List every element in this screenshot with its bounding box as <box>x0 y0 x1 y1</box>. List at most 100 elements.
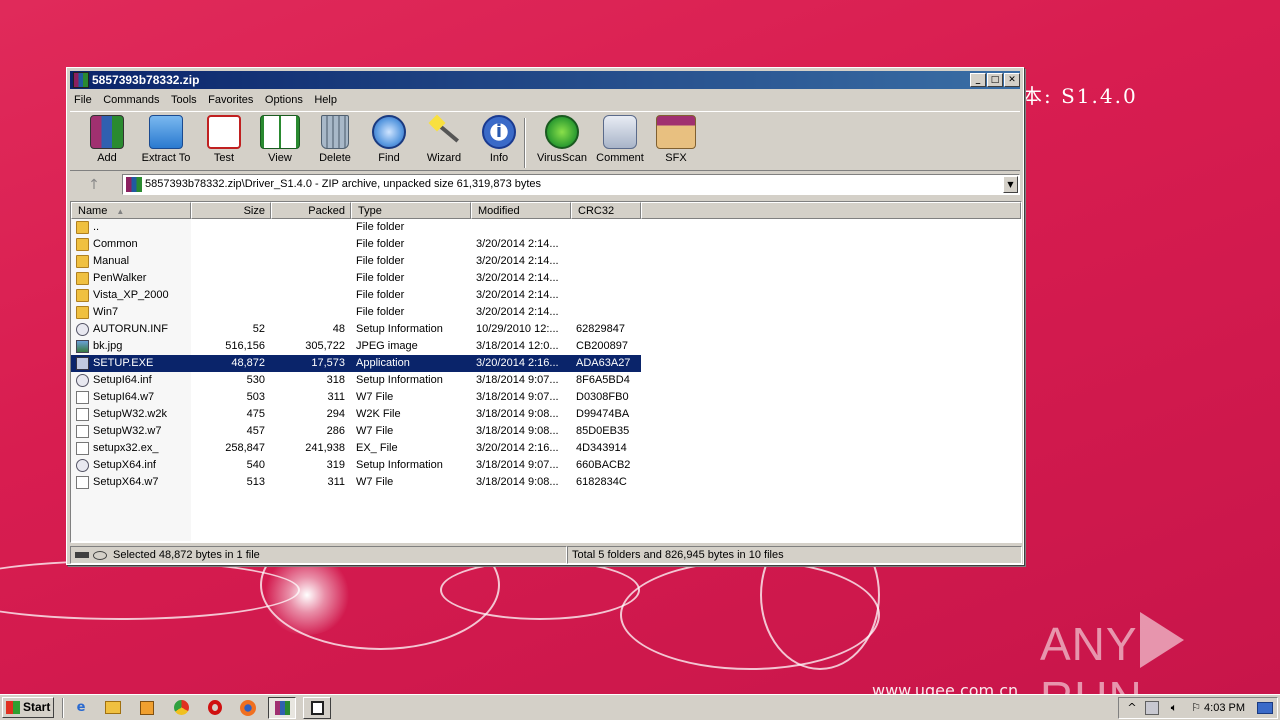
table-row[interactable]: SetupI64.w7 503 311 W7 File 3/18/2014 9:07..… <box>71 389 641 406</box>
cell-name: AUTORUN.INF <box>93 323 168 335</box>
cell-size: 475 <box>246 408 265 420</box>
path-text: 5857393b78332.zip\Driver_S1.4.0 - ZIP ar… <box>145 178 542 190</box>
table-row[interactable]: .. File folder <box>71 219 641 236</box>
delete-label: Delete <box>319 152 351 164</box>
wizard-label: Wizard <box>426 152 462 164</box>
cell-packed <box>271 304 345 321</box>
toolbar-separator <box>524 118 526 168</box>
up-arrow-icon[interactable]: ↑ <box>74 176 114 194</box>
close-button[interactable]: ✕ <box>1004 73 1020 87</box>
cell-type: JPEG image <box>356 340 418 352</box>
table-row[interactable]: Common File folder 3/20/2014 2:14... <box>71 236 641 253</box>
action-center-flag-icon[interactable]: ⚐ <box>1189 701 1203 715</box>
cell-size: 258,847 <box>225 442 265 454</box>
test-button[interactable]: Test <box>196 115 252 171</box>
cell-packed: 305,722 <box>305 340 345 352</box>
image-file-icon <box>76 340 89 353</box>
ie-icon[interactable]: e <box>70 698 92 718</box>
comment-button[interactable]: Comment <box>592 115 648 171</box>
firefox-icon[interactable] <box>237 698 259 718</box>
table-row[interactable]: SETUP.EXE 48,872 17,573 Application 3/20/201… <box>71 355 641 372</box>
add-label: Add <box>97 152 117 164</box>
title-bar[interactable]: 5857393b78332.zip _ □ ✕ <box>70 71 1020 89</box>
taskbar-setup-button[interactable] <box>303 697 331 719</box>
column-packed[interactable]: Packed <box>271 202 351 219</box>
media-player-icon[interactable] <box>136 698 158 718</box>
show-desktop-icon[interactable] <box>1257 702 1273 714</box>
table-row[interactable]: SetupW32.w7 457 286 W7 File 3/18/2014 9:08..… <box>71 423 641 440</box>
menu-tools[interactable]: Tools <box>167 91 201 109</box>
chevron-down-icon[interactable]: ▼ <box>1003 176 1018 193</box>
start-button[interactable]: Start <box>2 697 54 718</box>
test-label: Test <box>213 152 235 164</box>
opera-icon[interactable] <box>204 698 226 718</box>
cell-name: SETUP.EXE <box>93 357 154 369</box>
chevron-up-icon[interactable]: ^ <box>1125 701 1139 715</box>
menu-bar: File Commands Tools Favorites Options He… <box>70 91 1020 109</box>
cell-modified: 10/29/2010 12:... <box>476 323 559 335</box>
column-size[interactable]: Size <box>191 202 271 219</box>
clock[interactable]: 4:03 PM <box>1204 698 1245 718</box>
volume-icon[interactable]: 🔈︎ <box>1167 701 1181 715</box>
cell-size: 530 <box>246 374 265 386</box>
taskbar: Start e ^ 🔈︎ ⚐ 4:03 PM <box>0 694 1280 720</box>
table-row[interactable]: PenWalker File folder 3/20/2014 2:14... <box>71 270 641 287</box>
add-button[interactable]: Add <box>79 115 135 171</box>
menu-help[interactable]: Help <box>310 91 341 109</box>
winrar-window: 5857393b78332.zip _ □ ✕ File Commands To… <box>66 67 1024 565</box>
cell-name: SetupW32.w2k <box>93 408 167 420</box>
table-row[interactable]: Vista_XP_2000 File folder 3/20/2014 2:14..… <box>71 287 641 304</box>
status-left-text: Selected 48,872 bytes in 1 file <box>113 549 260 561</box>
cell-packed: 294 <box>326 408 345 420</box>
maximize-button[interactable]: □ <box>987 73 1003 87</box>
winrar-app-icon[interactable] <box>73 72 89 88</box>
find-button[interactable]: Find <box>361 115 417 171</box>
wallpaper-swirl <box>0 560 300 620</box>
column-crc32[interactable]: CRC32 <box>571 202 641 219</box>
sfx-button[interactable]: SFX <box>648 115 704 171</box>
menu-options[interactable]: Options <box>261 91 307 109</box>
add-icon <box>90 115 124 149</box>
cell-crc: 85D0EB35 <box>576 425 630 437</box>
table-row[interactable]: AUTORUN.INF 52 48 Setup Information 10/29/20… <box>71 321 641 338</box>
column-type[interactable]: Type <box>351 202 471 219</box>
sfx-label: SFX <box>665 152 687 164</box>
network-icon[interactable] <box>1145 701 1159 715</box>
table-row[interactable]: setupx32.ex_ 258,847 241,938 EX_ File 3/20/2… <box>71 440 641 457</box>
minimize-button[interactable]: _ <box>970 73 986 87</box>
cell-crc <box>576 236 640 253</box>
table-row[interactable]: bk.jpg 516,156 305,722 JPEG image 3/18/2014 … <box>71 338 641 355</box>
drive-icon[interactable] <box>75 551 109 561</box>
cell-modified: 3/18/2014 9:08... <box>476 476 559 488</box>
table-row[interactable]: SetupX64.inf 540 319 Setup Information 3/18/… <box>71 457 641 474</box>
window-title: 5857393b78332.zip <box>92 73 200 87</box>
table-row[interactable]: SetupI64.inf 530 318 Setup Information 3/18/… <box>71 372 641 389</box>
cell-packed: 286 <box>326 425 345 437</box>
table-row[interactable]: SetupX64.w7 513 311 W7 File 3/18/2014 9:08..… <box>71 474 641 491</box>
table-row[interactable]: Manual File folder 3/20/2014 2:14... <box>71 253 641 270</box>
file-icon <box>76 442 89 455</box>
menu-favorites[interactable]: Favorites <box>204 91 257 109</box>
taskbar-winrar-button[interactable] <box>268 697 296 719</box>
virusscan-button[interactable]: VirusScan <box>534 115 590 171</box>
status-selection: Selected 48,872 bytes in 1 file <box>70 546 567 564</box>
view-button[interactable]: View <box>252 115 308 171</box>
path-combobox[interactable]: 5857393b78332.zip\Driver_S1.4.0 - ZIP ar… <box>122 174 1020 195</box>
file-list[interactable]: Name ▲ Size Packed Type Modified CRC32 .… <box>70 201 1022 543</box>
table-row[interactable]: Win7 File folder 3/20/2014 2:14... <box>71 304 641 321</box>
wizard-button[interactable]: Wizard <box>416 114 472 171</box>
cell-modified: 3/20/2014 2:16... <box>476 442 559 454</box>
extract-to-button[interactable]: Extract To <box>138 115 194 171</box>
delete-button[interactable]: Delete <box>307 115 363 171</box>
column-modified[interactable]: Modified <box>471 202 571 219</box>
info-label: Info <box>489 152 509 164</box>
info-button[interactable]: i Info <box>471 115 527 171</box>
menu-commands[interactable]: Commands <box>99 91 163 109</box>
chrome-icon[interactable] <box>170 698 192 718</box>
menu-file[interactable]: File <box>70 91 96 109</box>
column-name[interactable]: Name ▲ <box>71 202 191 219</box>
table-row[interactable]: SetupW32.w2k 475 294 W2K File 3/18/2014 9:08… <box>71 406 641 423</box>
status-right-text: Total 5 folders and 826,945 bytes in 10 … <box>572 549 784 561</box>
explorer-folder-icon[interactable] <box>102 698 124 718</box>
folder-icon <box>76 306 89 319</box>
